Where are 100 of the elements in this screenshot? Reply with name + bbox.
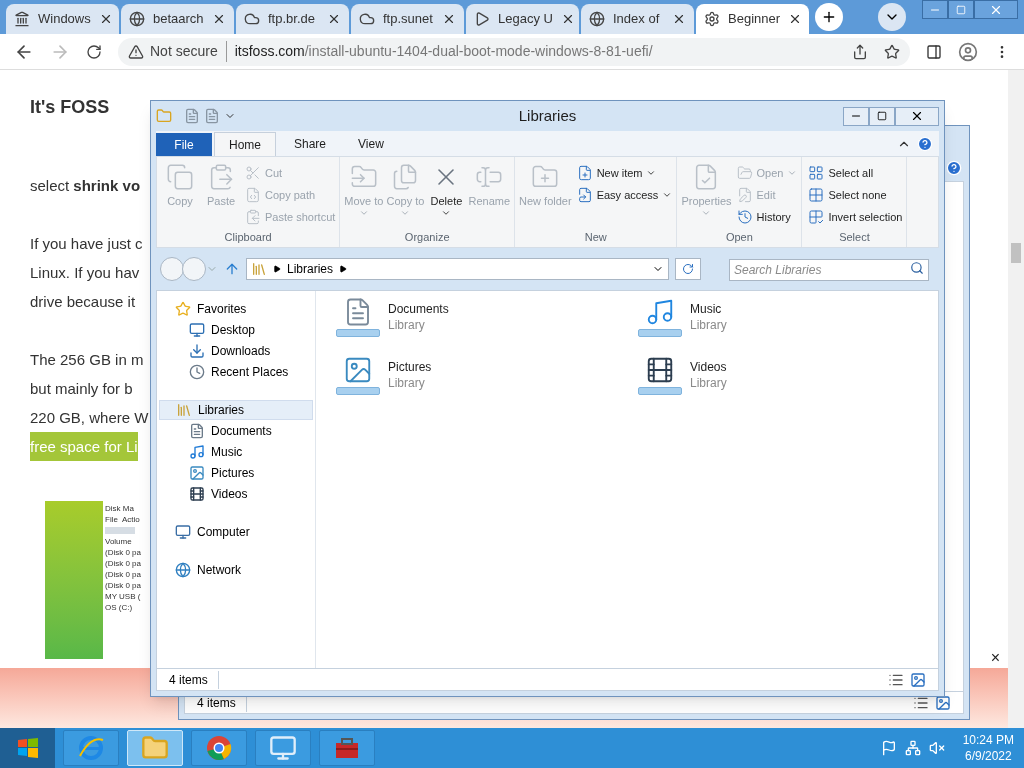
taskbar-button[interactable]: [63, 730, 119, 766]
group-label: New: [583, 230, 608, 245]
restore-button[interactable]: [948, 0, 974, 19]
bookmark-icon[interactable]: [884, 43, 900, 60]
ribbon-tab[interactable]: Share: [280, 132, 341, 156]
paragraph-line: 220 GB, where W: [30, 408, 149, 428]
browser-tab[interactable]: ftp.br.de: [236, 4, 349, 34]
maximize-button[interactable]: [869, 106, 895, 126]
nav-item[interactable]: Music: [159, 441, 313, 462]
search-field[interactable]: Search Libraries: [729, 259, 929, 281]
close-button[interactable]: [974, 0, 1018, 19]
address-bar[interactable]: Not secure itsfoss.com/install-ubuntu-1404-dual-boot-mode-windows-8-81-uefi/: [118, 37, 910, 66]
music-icon: [636, 297, 684, 337]
address-field[interactable]: Libraries: [246, 258, 669, 280]
nav-item[interactable]: Documents: [159, 420, 313, 441]
ribbon-button[interactable]: Delete: [427, 161, 466, 229]
browser-tab[interactable]: ftp.sunet: [351, 4, 464, 34]
breadcrumb[interactable]: Libraries: [287, 260, 334, 278]
ribbon-tab[interactable]: Home: [214, 132, 276, 156]
share-icon[interactable]: [852, 43, 868, 60]
table-cell: (Disk 0 pa: [105, 580, 141, 591]
nav-item[interactable]: Pictures: [159, 462, 313, 483]
close-icon[interactable]: [672, 12, 686, 26]
browser-tab[interactable]: Windows: [6, 4, 119, 34]
ribbon-button[interactable]: New item: [576, 162, 673, 184]
tab-title: ftp.sunet: [383, 10, 434, 29]
tab-search-button[interactable]: [878, 3, 906, 31]
chevron-icon: [339, 265, 348, 273]
table-cell: OS (C:): [105, 602, 133, 613]
nav-item[interactable]: Computer: [159, 522, 313, 542]
plus-icon: [821, 9, 837, 25]
toolbar-drawing: [105, 527, 135, 534]
scrollbar-thumb[interactable]: [1011, 243, 1021, 263]
nav-item[interactable]: Desktop: [159, 319, 313, 340]
tab-title: Legacy U: [498, 10, 553, 29]
nav-item[interactable]: Favorites: [159, 299, 313, 319]
browser-tab[interactable]: Legacy U: [466, 4, 579, 34]
document-icon[interactable]: [204, 108, 220, 124]
new-tab-button[interactable]: [815, 3, 843, 31]
browser-tab[interactable]: Beginner: [696, 4, 809, 34]
clock-icon: [189, 363, 205, 380]
nav-item[interactable]: Downloads: [159, 340, 313, 361]
close-icon[interactable]: [442, 12, 456, 26]
start-button[interactable]: [0, 728, 55, 768]
paragraph-line: Linux. If you hav: [30, 263, 140, 283]
close-icon: [910, 109, 924, 123]
library-item[interactable]: Pictures Library: [334, 355, 636, 395]
ribbon-button[interactable]: Select none: [808, 184, 903, 206]
nav-item[interactable]: Recent Places: [159, 361, 313, 382]
file-tab[interactable]: File: [156, 133, 212, 156]
nav-item[interactable]: Videos: [159, 483, 313, 504]
computer-icon: [175, 524, 191, 540]
browser-tab[interactable]: betaarch: [121, 4, 234, 34]
help-icon[interactable]: [917, 136, 933, 152]
group-label: Clipboard: [223, 230, 273, 245]
network-icon[interactable]: [904, 740, 921, 756]
up-icon[interactable]: [224, 261, 240, 277]
library-item[interactable]: Documents Library: [334, 297, 636, 337]
paragraph-line: drive because it: [30, 292, 136, 312]
ribbon-button[interactable]: History: [736, 206, 798, 228]
refresh-icon: [682, 263, 694, 275]
ribbon-button[interactable]: Select all: [808, 162, 903, 184]
flag-icon[interactable]: [880, 740, 897, 756]
library-item[interactable]: Videos Library: [636, 355, 938, 395]
taskbar-button[interactable]: [255, 730, 311, 766]
side-panel-icon[interactable]: [926, 43, 942, 60]
caret-icon: [662, 190, 673, 200]
nav-item[interactable]: Network: [159, 560, 313, 580]
grid-icon: [808, 165, 825, 181]
network-icon: [175, 562, 191, 578]
ribbon-button[interactable]: Easy access: [576, 184, 673, 206]
site-title[interactable]: It's FOSS: [30, 94, 110, 121]
refresh-button[interactable]: [675, 258, 701, 280]
caret-icon: [358, 208, 369, 218]
nav-item[interactable]: Libraries: [159, 400, 313, 420]
ribbon-button[interactable]: Invert selection: [808, 206, 903, 228]
profile-icon[interactable]: [958, 41, 978, 62]
close-icon[interactable]: [327, 12, 341, 26]
help-icon[interactable]: [946, 160, 962, 176]
triangle-icon: [474, 11, 490, 27]
paragraph-line: The 256 GB in m: [30, 350, 144, 370]
browser-tab[interactable]: Index of: [581, 4, 694, 34]
taskbar-button[interactable]: [191, 730, 247, 766]
library-item[interactable]: Music Library: [636, 297, 938, 337]
taskbar-button[interactable]: [319, 730, 375, 766]
volume-muted-icon[interactable]: [928, 740, 945, 756]
column-header: Volume: [105, 536, 132, 547]
close-icon[interactable]: [212, 12, 226, 26]
tiles-view-icon[interactable]: [935, 694, 951, 711]
ie-icon: [77, 734, 105, 762]
search-icon[interactable]: [910, 261, 924, 275]
ribbon-tab[interactable]: View: [344, 132, 398, 156]
tiles-view-icon[interactable]: [910, 671, 926, 688]
ad-close-button[interactable]: ×: [990, 650, 1000, 666]
minimize-button[interactable]: [843, 106, 869, 126]
close-button[interactable]: [895, 106, 939, 126]
shortcut-icon: [245, 209, 261, 225]
reload-icon[interactable]: [86, 43, 102, 60]
minimize-button[interactable]: [922, 0, 948, 19]
paragraph-line: select shrink vo: [30, 176, 141, 196]
